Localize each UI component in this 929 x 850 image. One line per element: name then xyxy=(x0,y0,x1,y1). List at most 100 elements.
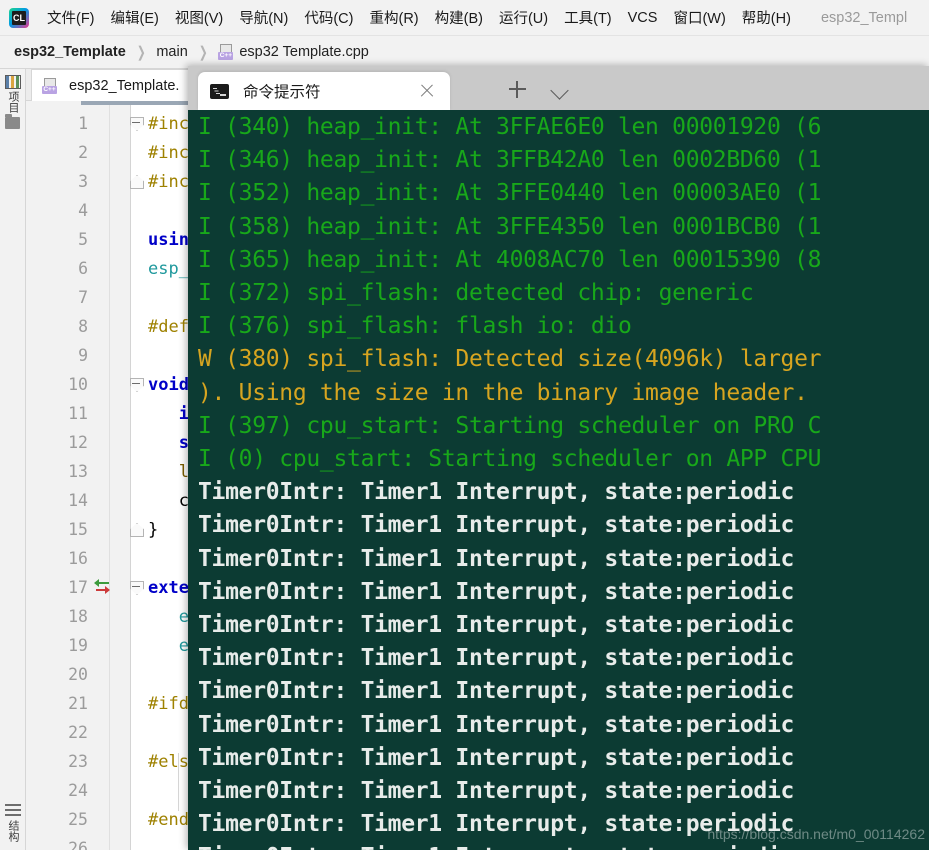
terminal-log-line: Timer0Intr: Timer1 Interrupt, state:peri… xyxy=(198,545,795,572)
terminal-log-line: Timer0Intr: Timer1 Interrupt, state:peri… xyxy=(198,578,795,605)
menu-item-edit[interactable]: 编辑(E) xyxy=(103,4,167,31)
terminal-log-line: I (358) heap_init: At 3FFE4350 len 0001B… xyxy=(198,213,822,240)
tool-button-structure[interactable]: 结构 xyxy=(3,804,23,842)
line-number: 7 xyxy=(78,288,88,307)
fold-toggle-icon[interactable] xyxy=(130,523,143,536)
menu-item-view[interactable]: 视图(V) xyxy=(167,4,231,31)
terminal-log-line: I (376) spi_flash: flash io: dio xyxy=(198,313,632,340)
line-number: 26 xyxy=(68,839,88,850)
terminal-log-line: Timer0Intr: Timer1 Interrupt, state:peri… xyxy=(198,811,795,838)
menu-item-run[interactable]: 运行(U) xyxy=(491,4,556,31)
clion-window: 文件(F) 编辑(E) 视图(V) 导航(N) 代码(C) 重构(R) 构建(B… xyxy=(0,0,929,850)
line-number: 5 xyxy=(78,230,88,249)
line-number: 22 xyxy=(68,723,88,742)
terminal-log-line: Timer0Intr: Timer1 Interrupt, state:peri… xyxy=(198,844,794,850)
line-number: 19 xyxy=(68,636,88,655)
terminal-log-line: Timer0Intr: Timer1 Interrupt, state:peri… xyxy=(198,711,795,738)
line-number: 14 xyxy=(68,491,88,510)
menu-item-vcs[interactable]: VCS xyxy=(620,7,666,29)
window-title: esp32_Templ xyxy=(820,9,908,26)
terminal-log-line: Timer0Intr: Timer1 Interrupt, state:peri… xyxy=(198,778,795,804)
line-number: 18 xyxy=(68,607,88,626)
tool-button-project[interactable]: 项目 xyxy=(3,75,23,113)
menu-item-refactor[interactable]: 重构(R) xyxy=(361,4,426,31)
line-number: 1 xyxy=(78,114,88,133)
override-arrows-icon[interactable] xyxy=(94,578,114,598)
terminal-log-line: I (372) spi_flash: detected chip: generi… xyxy=(198,280,754,306)
terminal-log-line: Timer0Intr: Timer1 Interrupt, state:peri… xyxy=(198,479,795,506)
line-number: 13 xyxy=(68,462,88,481)
terminal-log-line: I (346) heap_init: At 3FFB42A0 len 0002B… xyxy=(198,147,822,174)
plus-icon[interactable] xyxy=(506,78,528,100)
line-number: 2 xyxy=(78,143,88,162)
line-number: 25 xyxy=(68,810,88,829)
line-number: 24 xyxy=(68,781,88,800)
terminal-log-line: Timer0Intr: Timer1 Interrupt, state:peri… xyxy=(198,645,795,672)
structure-icon xyxy=(5,804,21,818)
terminal-log-line: I (352) heap_init: At 3FFE0440 len 00003… xyxy=(198,180,822,207)
clion-logo-icon xyxy=(9,7,29,28)
line-number: 20 xyxy=(68,665,88,684)
menu-item-build[interactable]: 构建(B) xyxy=(427,4,491,31)
terminal-log-line: I (397) cpu_start: Starting scheduler on… xyxy=(198,412,822,439)
fold-toggle-icon[interactable] xyxy=(130,175,143,188)
terminal-log-line: W (380) spi_flash: Detected size(4096k) … xyxy=(198,346,822,373)
terminal-tab-title: 命令提示符 xyxy=(243,84,321,101)
folder-icon[interactable] xyxy=(5,114,20,129)
terminal-log-line: I (340) heap_init: At 3FFAE6E0 len 00001… xyxy=(198,114,822,140)
indent-guide xyxy=(178,753,179,811)
line-number: 3 xyxy=(78,172,88,191)
menu-item-file[interactable]: 文件(F) xyxy=(39,4,103,31)
line-number: 8 xyxy=(78,317,88,336)
console-icon xyxy=(210,83,229,99)
terminal-log-line: I (0) cpu_start: Starting scheduler on A… xyxy=(198,446,822,472)
fold-toggle-icon[interactable] xyxy=(130,581,143,594)
chevron-down-icon[interactable] xyxy=(550,80,570,100)
terminal-log-line: Timer0Intr: Timer1 Interrupt, state:peri… xyxy=(198,678,795,705)
cpp-file-icon: C++ xyxy=(218,44,234,60)
menu-item-window[interactable]: 窗口(W) xyxy=(665,4,733,31)
close-icon[interactable] xyxy=(416,80,438,102)
terminal-output[interactable]: I (340) heap_init: At 3FFAE6E0 len 00001… xyxy=(188,110,929,850)
line-number: 10 xyxy=(68,375,88,394)
code-text: } xyxy=(148,519,159,540)
fold-toggle-icon[interactable] xyxy=(130,117,143,130)
terminal-log-line: Timer0Intr: Timer1 Interrupt, state:peri… xyxy=(198,612,795,638)
line-number: 15 xyxy=(68,520,88,539)
breadcrumb: esp32_Template ❯ main ❯ C++ esp32 Templa… xyxy=(0,36,929,69)
editor-tab-active[interactable]: C++ esp32_Template. xyxy=(31,69,191,101)
line-number: 6 xyxy=(78,259,88,278)
line-number: 23 xyxy=(68,752,88,771)
tool-button-structure-label: 结构 xyxy=(7,820,19,842)
terminal-log-line: ). Using the size in the binary image he… xyxy=(198,379,808,406)
breadcrumb-folder[interactable]: main xyxy=(156,44,187,60)
tool-button-project-label: 项目 xyxy=(7,91,19,113)
menu-item-help[interactable]: 帮助(H) xyxy=(734,4,799,31)
line-number: 17 xyxy=(68,578,88,597)
breadcrumb-file[interactable]: esp32 Template.cpp xyxy=(239,44,369,60)
terminal-log-line: Timer0Intr: Timer1 Interrupt, state:peri… xyxy=(198,744,795,771)
fold-toggle-icon[interactable] xyxy=(130,378,143,391)
editor-tab-label: esp32_Template. xyxy=(69,77,180,94)
cpp-file-icon: C++ xyxy=(42,77,58,94)
project-icon xyxy=(5,75,21,89)
line-number: 11 xyxy=(68,404,88,423)
menu-item-tools[interactable]: 工具(T) xyxy=(556,4,620,31)
menu-item-code[interactable]: 代码(C) xyxy=(296,4,361,31)
breadcrumb-separator-icon: ❯ xyxy=(198,44,208,61)
terminal-log-line: Timer0Intr: Timer1 Interrupt, state:peri… xyxy=(198,512,795,539)
breadcrumb-project[interactable]: esp32_Template xyxy=(14,44,126,60)
breadcrumb-separator-icon: ❯ xyxy=(136,44,146,61)
terminal-tab-bar: 命令提示符 xyxy=(188,66,929,110)
line-number: 9 xyxy=(78,346,88,365)
line-number: 4 xyxy=(78,201,88,220)
terminal-log-line: I (365) heap_init: At 4008AC70 len 00015… xyxy=(198,246,822,273)
line-number: 21 xyxy=(68,694,88,713)
line-number: 16 xyxy=(68,549,88,568)
menu-bar: 文件(F) 编辑(E) 视图(V) 导航(N) 代码(C) 重构(R) 构建(B… xyxy=(0,0,929,36)
left-tool-strip: 项目 结构 xyxy=(0,69,26,850)
terminal-window[interactable]: 命令提示符 I (340) heap_init: At 3FFAE6E0 len… xyxy=(188,66,929,850)
line-number: 12 xyxy=(68,433,88,452)
menu-item-navigate[interactable]: 导航(N) xyxy=(231,4,296,31)
terminal-tab-command-prompt[interactable]: 命令提示符 xyxy=(198,72,450,110)
